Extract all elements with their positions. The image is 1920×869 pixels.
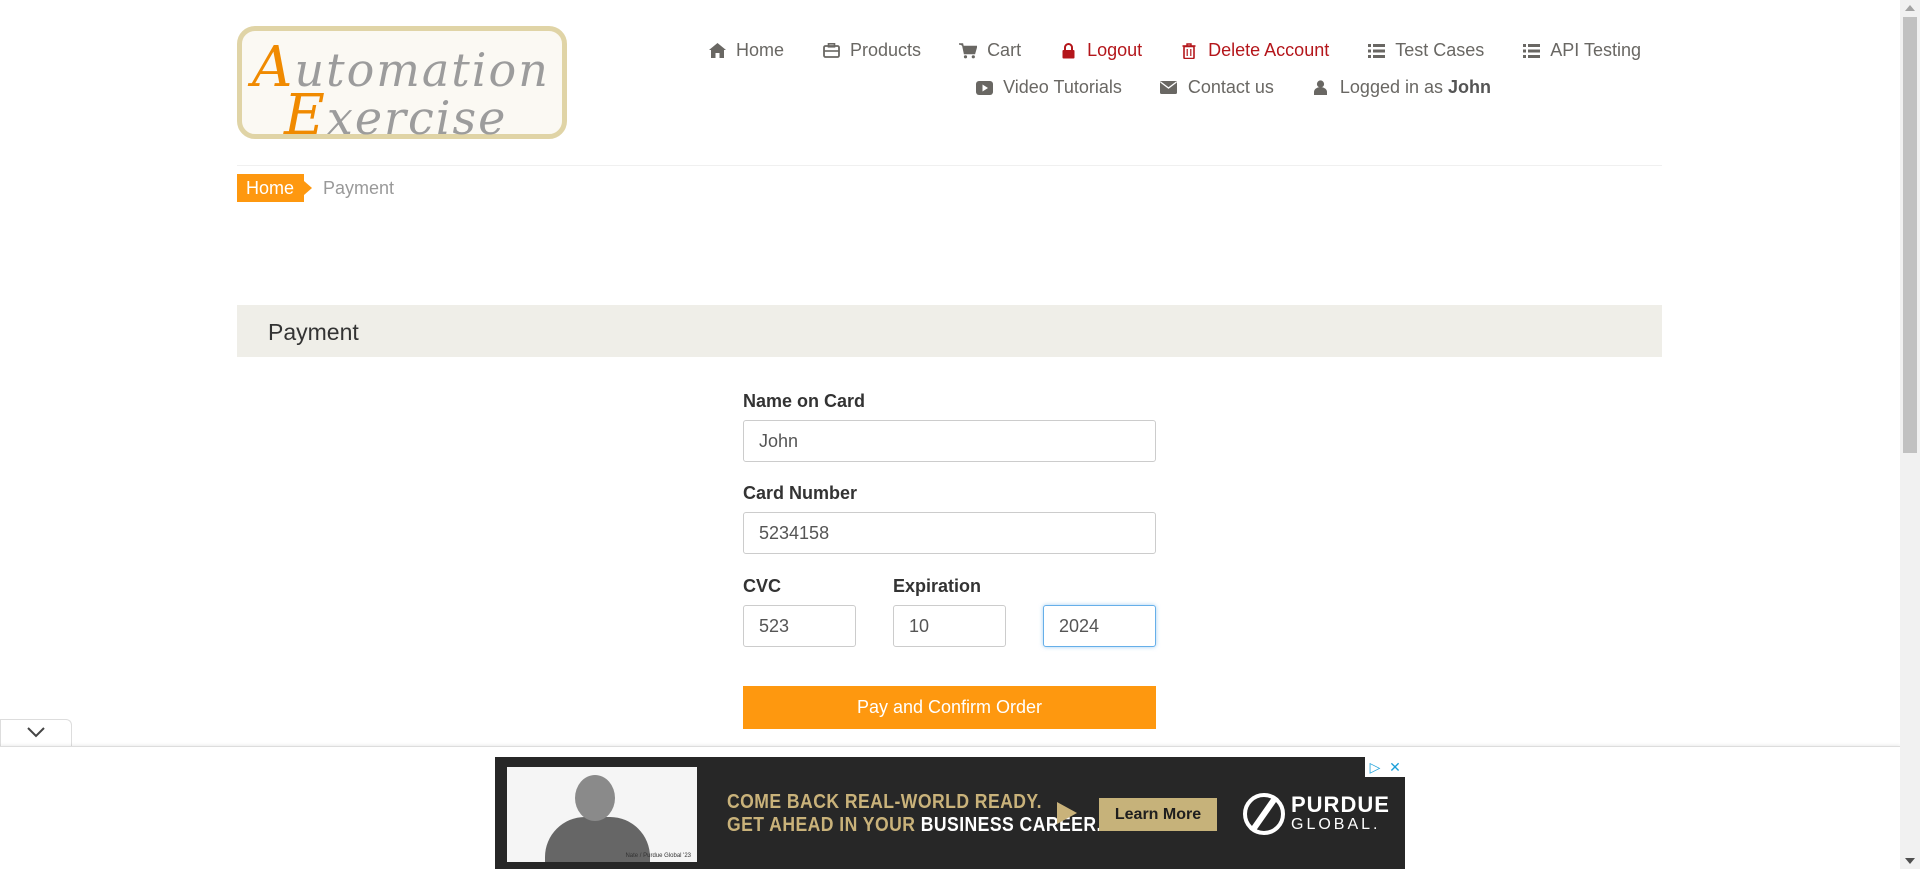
chevron-down-icon [26,725,46,743]
trash-icon [1180,42,1198,60]
name-on-card-input[interactable] [743,420,1156,462]
purdue-globe-icon [1243,793,1285,835]
ad-learn-more-button[interactable]: Learn More [1099,798,1217,831]
cvc-label: CVC [743,576,782,596]
breadcrumb-current: Payment [323,178,395,198]
user-icon [1312,79,1330,97]
expiration-year-input[interactable] [1043,605,1156,647]
main-nav: Home Products Cart Logout Delete Account… [670,40,1641,61]
advertisement[interactable]: Nate / Purdue Global '23 COME BACK REAL-… [495,757,1405,869]
lock-icon [1059,42,1077,60]
scroll-down-arrow-icon[interactable] [1905,858,1915,864]
pay-and-confirm-button[interactable]: Pay and Confirm Order [743,686,1156,729]
ad-collapse-toggle[interactable] [0,719,72,748]
page-scrollbar[interactable] [1900,0,1920,869]
ad-choices: ▷ ✕ [1365,757,1405,777]
youtube-icon [975,79,993,97]
nav-video-tutorials[interactable]: Video Tutorials [975,77,1122,98]
header-divider [237,165,1662,166]
list-icon [1367,42,1385,60]
nav-logout[interactable]: Logout [1059,40,1142,61]
name-on-card-label: Name on Card [743,391,866,411]
ad-brand-logo: PURDUE GLOBAL. [1291,792,1390,834]
list-icon [1522,42,1540,60]
secondary-nav: Video Tutorials Contact us Logged in as J… [937,77,1491,98]
nav-contact-us[interactable]: Contact us [1160,77,1274,98]
ad-photo-credit: Nate / Purdue Global '23 [625,853,691,859]
nav-products[interactable]: Products [822,40,921,61]
card-number-input[interactable] [743,512,1156,554]
card-number-label: Card Number [743,483,858,503]
cart-icon [959,42,978,60]
nav-home[interactable]: Home [708,40,784,61]
page-title: Payment [268,319,359,345]
site-logo[interactable]: Automation Exercise [237,26,567,148]
close-icon[interactable]: ✕ [1385,757,1405,777]
ad-photo: Nate / Purdue Global '23 [507,767,697,862]
expiration-label: Expiration [893,576,982,596]
cvc-input[interactable] [743,605,856,647]
adchoices-icon[interactable]: ▷ [1365,757,1385,777]
logo-line-2: Exercise [284,83,508,148]
nav-logged-in-as: Logged in as John [1312,77,1491,98]
play-arrow-icon [1057,802,1077,824]
home-icon [708,42,726,60]
logged-in-username: John [1448,77,1491,97]
nav-api-testing[interactable]: API Testing [1522,40,1641,61]
expiration-month-input[interactable] [893,605,1006,647]
breadcrumb-home[interactable]: Home [237,174,313,202]
products-icon [822,42,840,60]
payment-heading-bar: Payment [237,305,1662,357]
nav-test-cases[interactable]: Test Cases [1367,40,1484,61]
ad-headline: COME BACK REAL-WORLD READY. GET AHEAD IN… [727,791,1102,836]
scroll-up-arrow-icon[interactable] [1905,5,1915,11]
scroll-thumb[interactable] [1903,17,1917,453]
nav-cart[interactable]: Cart [959,40,1021,61]
nav-delete-account[interactable]: Delete Account [1180,40,1329,61]
envelope-icon [1160,79,1178,97]
